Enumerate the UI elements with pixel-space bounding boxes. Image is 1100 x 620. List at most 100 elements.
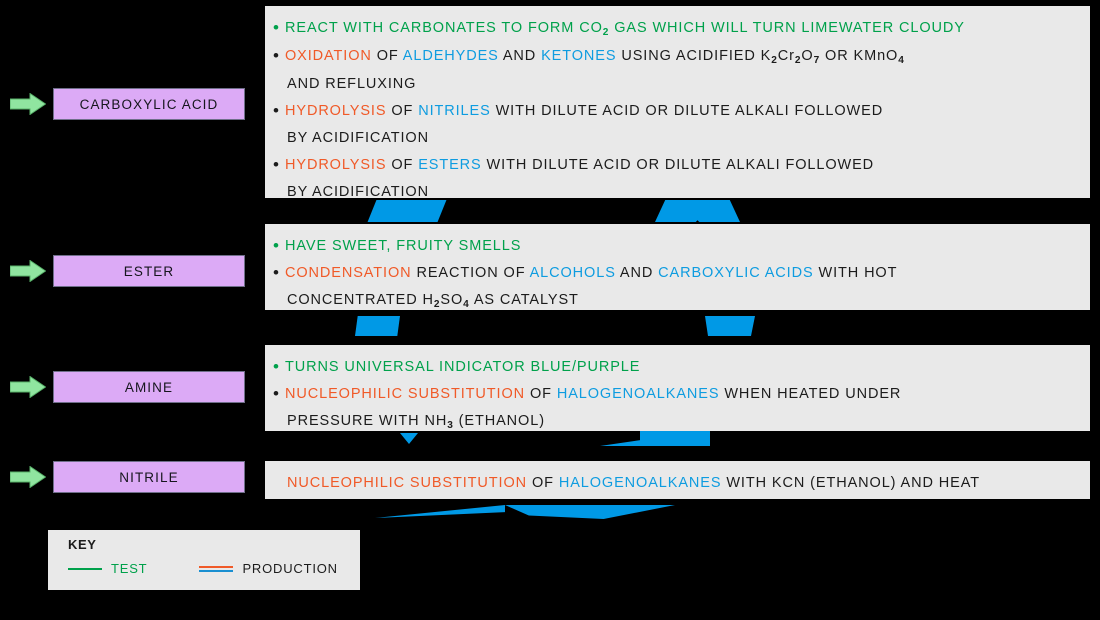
panel-line: • REACT WITH CARBONATES TO FORM CO2 GAS W…: [273, 15, 1080, 43]
text-segment: CONDENSATION: [285, 265, 412, 281]
text-segment: 2: [771, 55, 778, 66]
text-segment: BY ACIDIFICATION: [287, 184, 429, 200]
panel-line: PRESSURE WITH NH3 (ETHANOL): [273, 408, 1080, 436]
text-segment: HALOGENOALKANES: [558, 475, 722, 491]
text-segment: 4: [463, 299, 470, 310]
text-segment: USING ACIDIFIED: [616, 48, 761, 64]
text-segment: HYDROLYSIS: [285, 157, 387, 173]
text-segment: OF: [525, 386, 557, 402]
text-segment: WITH HOT: [813, 265, 898, 281]
panel-line: BY ACIDIFICATION: [273, 179, 1080, 206]
text-segment: (ETHANOL): [453, 413, 545, 429]
key-label-test: TEST: [111, 561, 148, 576]
text-segment: TURNS UNIVERSAL INDICATOR BLUE/PURPLE: [285, 359, 641, 375]
content-panel-carboxylic-acid: • REACT WITH CARBONATES TO FORM CO2 GAS W…: [265, 6, 1090, 200]
text-segment: NUCLEOPHILIC SUBSTITUTION: [285, 386, 526, 402]
panel-line: • HYDROLYSIS OF NITRILES WITH DILUTE ACID…: [273, 98, 1080, 125]
text-segment: ALCOHOLS: [529, 265, 616, 281]
key-rows: TEST PRODUCTION: [68, 561, 360, 576]
flow-row: NITRILE: [0, 461, 245, 493]
panel-line: CONCENTRATED H2SO4 AS CATALYST: [273, 287, 1080, 315]
key-title: KEY: [68, 537, 97, 552]
chip-ester[interactable]: ESTER: [53, 255, 245, 287]
production-lines-icon: [199, 565, 234, 572]
text-segment: 7: [813, 55, 821, 66]
text-segment: REACTION OF: [411, 265, 530, 281]
content-panel-ester: • HAVE SWEET, FRUITY SMELLS • CONDENSATION …: [265, 224, 1090, 310]
panel-line: NUCLEOPHILIC SUBSTITUTION OF HALOGENOALK…: [273, 470, 1080, 497]
text-segment: AND REFLUXING: [287, 76, 417, 92]
text-segment: 2: [602, 27, 610, 38]
panel-line: • TURNS UNIVERSAL INDICATOR BLUE/PURPLE: [273, 354, 1080, 381]
bullet-icon: •: [273, 45, 280, 65]
text-segment: BY ACIDIFICATION: [287, 130, 429, 146]
chip-nitrile[interactable]: NITRILE: [53, 461, 245, 493]
flow-row: ESTER: [0, 255, 245, 287]
key-item-test: TEST: [68, 561, 147, 576]
text-segment: K: [760, 48, 772, 64]
text-segment: SO: [440, 292, 464, 308]
bullet-icon: •: [273, 356, 280, 376]
text-segment: 4: [898, 55, 905, 66]
text-segment: AS CATALYST: [469, 292, 579, 308]
content-panel-nitrile: NUCLEOPHILIC SUBSTITUTION OF HALOGENOALK…: [265, 461, 1090, 499]
text-segment: HYDROLYSIS: [285, 103, 387, 119]
text-segment: AND: [615, 265, 659, 281]
content-panel-amine: • TURNS UNIVERSAL INDICATOR BLUE/PURPLE • N…: [265, 345, 1090, 431]
panel-line: AND REFLUXING: [273, 71, 1080, 98]
chip-amine[interactable]: AMINE: [53, 371, 245, 403]
bullet-icon: •: [273, 100, 280, 120]
text-segment: 2: [794, 55, 802, 66]
text-segment: OF: [386, 157, 419, 173]
text-segment: WITH DILUTE ACID OR DILUTE ALKALI FOLLOW…: [481, 157, 875, 173]
bullet-icon: •: [273, 17, 280, 37]
text-segment: Cr: [777, 48, 795, 64]
text-segment: OXIDATION: [285, 48, 372, 64]
text-segment: 3: [447, 420, 454, 431]
flow-row: AMINE: [0, 371, 245, 403]
key-item-production: PRODUCTION: [199, 561, 337, 576]
key-label-production: PRODUCTION: [242, 561, 338, 576]
text-segment: HAVE SWEET, FRUITY SMELLS: [285, 238, 522, 254]
flow-row: CARBOXYLIC ACID: [0, 88, 245, 120]
panel-line: BY ACIDIFICATION: [273, 125, 1080, 152]
diagram-canvas: CARBOXYLIC ACID • REACT WITH CARBONATES TO…: [0, 0, 1100, 620]
key-legend: KEY TEST PRODUCTION: [48, 530, 360, 590]
panel-line: • HYDROLYSIS OF ESTERS WITH DILUTE ACID O…: [273, 152, 1080, 179]
text-segment: O: [801, 48, 814, 64]
bullet-icon: •: [273, 235, 280, 255]
text-segment: CARBOXYLIC ACIDS: [658, 265, 814, 281]
text-segment: OR KMnO: [820, 48, 899, 64]
text-segment: REACT WITH CARBONATES TO FORM CO: [285, 20, 603, 36]
text-segment: WITH KCN (ETHANOL) AND HEAT: [721, 475, 980, 491]
panel-line: • CONDENSATION REACTION OF ALCOHOLS AND C…: [273, 260, 1080, 287]
right-arrow-icon: [10, 93, 46, 115]
text-segment: WITH DILUTE ACID OR DILUTE ALKALI FOLLOW…: [490, 103, 884, 119]
test-line-icon: [68, 567, 102, 570]
text-segment: ALDEHYDES: [402, 48, 499, 64]
text-segment: KETONES: [541, 48, 617, 64]
bullet-icon: •: [273, 154, 280, 174]
text-segment: CONCENTRATED H: [287, 292, 434, 308]
chip-carboxylic-acid[interactable]: CARBOXYLIC ACID: [53, 88, 245, 120]
text-segment: 2: [433, 299, 441, 310]
right-arrow-icon: [10, 260, 46, 282]
text-segment: ESTERS: [418, 157, 482, 173]
bullet-icon: •: [273, 383, 280, 403]
text-segment: OF: [527, 475, 559, 491]
panel-line: • HAVE SWEET, FRUITY SMELLS: [273, 233, 1080, 260]
text-segment: GAS WHICH WILL TURN LIMEWATER CLOUDY: [609, 20, 965, 36]
decor-blue-parallelogram-2: [355, 316, 400, 336]
text-segment: NITRILES: [418, 103, 491, 119]
text-segment: PRESSURE WITH NH: [287, 413, 448, 429]
bullet-icon: •: [273, 262, 280, 282]
right-arrow-icon: [10, 376, 46, 398]
decor-blue-parallelogram-3: [705, 316, 755, 336]
text-segment: HALOGENOALKANES: [556, 386, 720, 402]
decor-blue-sliver-2: [505, 505, 675, 519]
panel-line: • OXIDATION OF ALDEHYDES AND KETONES USIN…: [273, 43, 1080, 71]
text-segment: OF: [371, 48, 403, 64]
text-segment: OF: [386, 103, 419, 119]
text-segment: AND: [498, 48, 542, 64]
text-segment: NUCLEOPHILIC SUBSTITUTION: [287, 475, 528, 491]
